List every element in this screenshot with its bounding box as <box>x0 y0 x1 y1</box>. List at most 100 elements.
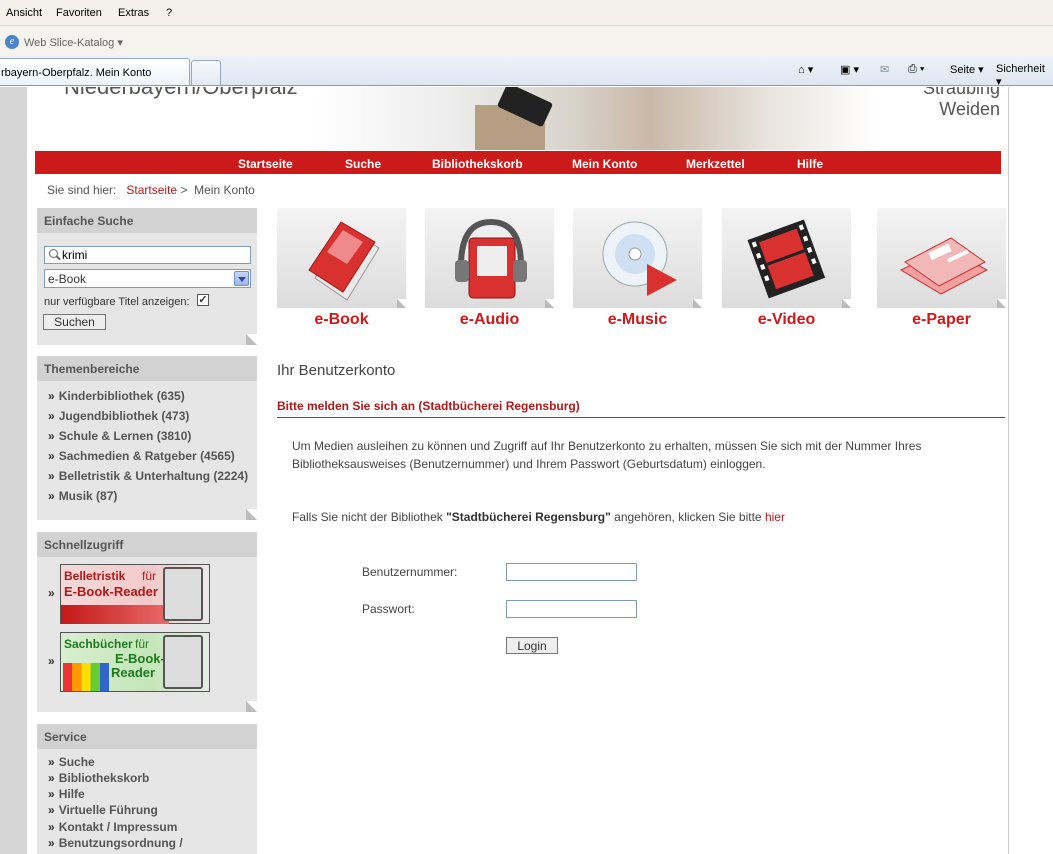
book-icon <box>277 208 406 308</box>
promo-line: E-Book- <box>115 651 165 666</box>
media-label: e-Paper <box>912 311 971 328</box>
raquo-icon: » <box>48 586 55 600</box>
feed-icon[interactable]: ▣ ▾ <box>840 63 859 76</box>
media-type-value: e-Book <box>48 272 87 286</box>
print-icon[interactable]: ⎙ ▾ <box>908 63 924 76</box>
promo-belletristik[interactable]: Belletristik für E-Book-Reader <box>60 564 210 624</box>
mail-icon[interactable]: ✉ <box>880 63 889 76</box>
promo-line: für <box>142 569 157 583</box>
password-input[interactable] <box>506 600 637 618</box>
ereader-icon <box>163 635 203 689</box>
nav-bibliothekskorb[interactable]: Bibliothekskorb <box>432 157 523 171</box>
roses-decoration <box>61 605 169 624</box>
city-straubing: Straubing <box>922 87 1000 98</box>
promo-line: für <box>135 637 150 651</box>
new-tab-button[interactable] <box>191 60 221 85</box>
search-input[interactable] <box>62 248 248 262</box>
other-library-prefix: Falls Sie nicht der Bibliothek <box>292 510 447 524</box>
menu-ansicht[interactable]: Ansicht <box>6 7 42 19</box>
cd-icon <box>573 208 702 308</box>
other-library-link[interactable]: hier <box>765 510 785 524</box>
menu-help[interactable]: ? <box>166 7 172 19</box>
chevron-down-icon[interactable] <box>234 271 249 286</box>
region-title: Niederbayern/Oberpfalz <box>64 87 298 100</box>
ie-icon: e <box>5 35 19 49</box>
books-decoration <box>63 663 109 691</box>
promo-line: Belletristik <box>64 569 126 583</box>
media-label: e-Book <box>314 311 369 328</box>
promo-line: E-Book-Reader <box>64 584 158 599</box>
service-item[interactable]: » Benutzungsordnung / <box>48 836 257 852</box>
security-menu[interactable]: Sicherheit ▾ <box>996 63 1053 88</box>
service-item[interactable]: » Bibliothekskorb <box>48 771 257 787</box>
service-item[interactable]: » Hilfe <box>48 787 257 803</box>
quick-access-title: Schnellzugriff <box>37 532 257 557</box>
search-icon <box>49 249 58 258</box>
breadcrumb-separator: > <box>180 183 188 197</box>
city-weiden: Weiden <box>939 99 1000 119</box>
other-library-mid: angehören, klicken Sie bitte <box>610 510 765 524</box>
search-field[interactable] <box>44 246 251 264</box>
page-menu[interactable]: Seite ▾ <box>950 63 984 76</box>
topic-item[interactable]: » Musik (87) <box>48 489 257 509</box>
media-ebook[interactable]: e-Book <box>277 208 406 329</box>
nav-startseite[interactable]: Startseite <box>238 157 293 171</box>
ereader-icon <box>163 567 203 621</box>
intro-text: Um Medien ausleihen zu können und Zugrif… <box>292 439 922 471</box>
corner-fold-shadow <box>246 701 257 712</box>
tab-active[interactable]: rbayern-Oberpfalz. Mein Konto <box>0 58 190 85</box>
raquo-icon: » <box>48 654 55 668</box>
library-name: "Stadtbücherei Regensburg" <box>446 510 611 524</box>
headphones-icon <box>425 208 554 308</box>
user-number-input[interactable] <box>506 563 637 581</box>
media-eaudio[interactable]: e-Audio <box>425 208 554 329</box>
service-item[interactable]: » Virtuelle Führung <box>48 803 257 820</box>
nav-mein-konto[interactable]: Mein Konto <box>572 157 637 171</box>
topic-item[interactable]: » Sachmedien & Ratgeber (4565) <box>48 449 257 469</box>
promo-line: Sachbücher <box>64 637 133 651</box>
nav-hilfe[interactable]: Hilfe <box>797 157 823 171</box>
home-icon[interactable]: ⌂ ▾ <box>798 63 813 76</box>
login-hint: Bitte melden Sie sich an (Stadtbücherei … <box>277 399 580 413</box>
available-only-checkbox[interactable]: ✓ <box>197 294 209 306</box>
breadcrumb-current: Mein Konto <box>194 183 255 197</box>
login-button[interactable]: Login <box>506 637 558 654</box>
topic-item[interactable]: » Kinderbibliothek (635) <box>48 389 257 409</box>
divider <box>277 417 1005 418</box>
simple-search-panel: Einfache Suche e-Book nur verfügbare Tit… <box>37 208 257 345</box>
simple-search-title: Einfache Suche <box>37 208 257 233</box>
nav-suche[interactable]: Suche <box>345 157 381 171</box>
media-label: e-Music <box>607 311 668 328</box>
tab-bar: rbayern-Oberpfalz. Mein Konto <box>0 56 1053 86</box>
film-icon <box>722 208 851 308</box>
search-button[interactable]: Suchen <box>43 314 106 330</box>
corner-fold-shadow <box>246 509 257 520</box>
web-slice-gallery[interactable]: Web Slice-Katalog ▾ <box>24 36 123 49</box>
media-evideo[interactable]: e-Video <box>722 208 851 329</box>
nav-merkzettel[interactable]: Merkzettel <box>686 157 745 171</box>
media-type-select[interactable]: e-Book <box>44 269 251 288</box>
media-label: e-Video <box>757 311 816 328</box>
header-photo <box>315 87 875 150</box>
promo-sachbuecher[interactable]: Sachbücher für E-Book- Reader <box>60 632 210 692</box>
service-item[interactable]: » Kontakt / Impressum <box>48 820 257 836</box>
topic-item[interactable]: » Schule & Lernen (3810) <box>48 429 257 449</box>
menu-extras[interactable]: Extras <box>118 7 149 19</box>
service-panel: Service » Suche » Bibliothekskorb » Hilfe »… <box>37 724 257 854</box>
main-nav: Startseite Suche Bibliothekskorb Mein Ko… <box>35 151 1001 174</box>
topic-item[interactable]: » Belletristik & Unterhaltung (2224) <box>48 469 257 489</box>
page-gutter-left <box>0 87 27 854</box>
service-item[interactable]: » Suche <box>48 755 257 771</box>
breadcrumb-home[interactable]: Startseite <box>126 183 177 197</box>
service-title: Service <box>37 724 257 749</box>
media-epaper[interactable]: e-Paper <box>877 208 1006 329</box>
service-list: » Suche » Bibliothekskorb » Hilfe » Virtuell… <box>37 749 257 852</box>
header-banner: Niederbayern/Oberpfalz Straubing Weiden <box>30 87 1006 150</box>
media-emusic[interactable]: e-Music <box>573 208 702 329</box>
corner-fold-shadow <box>246 334 257 345</box>
topics-list: » Kinderbibliothek (635) » Jugendbibliothe… <box>37 381 257 509</box>
newspaper-icon <box>877 208 1006 308</box>
topic-item[interactable]: » Jugendbibliothek (473) <box>48 409 257 429</box>
topics-panel: Themenbereiche » Kinderbibliothek (635) »… <box>37 356 257 520</box>
menu-favoriten[interactable]: Favoriten <box>56 7 102 19</box>
